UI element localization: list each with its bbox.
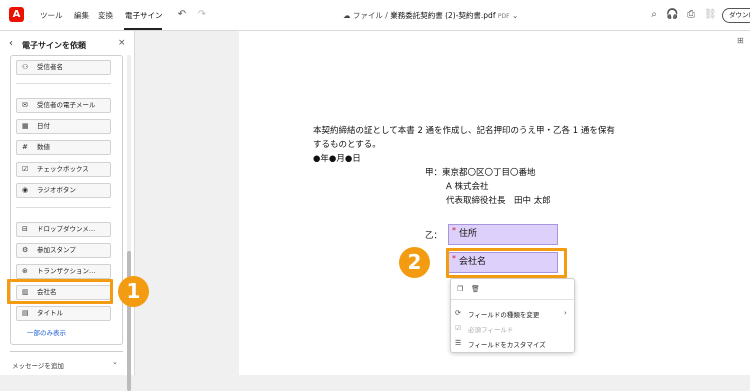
doc-date: ●年●月●日 bbox=[313, 154, 361, 164]
print-icon[interactable]: ⎙ bbox=[685, 9, 697, 21]
search-icon[interactable]: ⌕ bbox=[648, 9, 660, 21]
file-extension: PDF bbox=[497, 13, 510, 20]
field-title[interactable]: ▤ タイトル bbox=[16, 306, 111, 321]
chevron-right-icon[interactable]: › bbox=[564, 309, 567, 317]
required-mark: * bbox=[452, 226, 456, 235]
divider bbox=[16, 83, 111, 84]
step-badge-2: 2 bbox=[399, 247, 430, 278]
highlight-company-form-field bbox=[446, 248, 567, 278]
active-tab-underline bbox=[124, 28, 162, 30]
swap-icon: ⟳ bbox=[455, 309, 461, 317]
doc-line: するものとする。 bbox=[313, 140, 381, 150]
field-label: ドロップダウンメ… bbox=[37, 225, 96, 233]
panel-title: 電子サインを依頼 bbox=[22, 41, 86, 50]
dropdown-icon: ⊟ bbox=[22, 225, 28, 233]
menu-esign[interactable]: 電子サイン bbox=[125, 10, 163, 21]
address-field-label: 住所 bbox=[459, 229, 478, 239]
checkbox-icon: ☑ bbox=[22, 165, 29, 173]
add-message-section[interactable]: メッセージを追加 ⌄ bbox=[10, 351, 123, 375]
esign-side-panel: ‹ 電子サインを依頼 × ⚇ 受信者名 ✉ 受信者の電子メール ▦ 日付 # 数値 ☑ チ… bbox=[0, 31, 135, 391]
undo-icon[interactable]: ↶ bbox=[176, 9, 188, 21]
party1-address: 甲：東京都〇区〇丁目〇番地 bbox=[425, 168, 536, 178]
add-message-label: メッセージを追加 bbox=[12, 362, 64, 370]
hash-icon: # bbox=[22, 143, 28, 151]
change-field-type-item[interactable]: フィールドの種類を変更 bbox=[468, 309, 539, 319]
menu-tools[interactable]: ツール bbox=[40, 10, 63, 21]
customize-field-item[interactable]: フィールドをカスタマイズ bbox=[468, 339, 546, 349]
chevron-down-icon[interactable]: ⌄ bbox=[512, 11, 518, 20]
field-dropdown[interactable]: ⊟ ドロップダウンメ… bbox=[16, 222, 111, 237]
calendar-icon: ▦ bbox=[22, 122, 29, 130]
checkbox-icon: ☑ bbox=[455, 324, 462, 332]
field-label: 受信者名 bbox=[37, 63, 63, 71]
field-number[interactable]: # 数値 bbox=[16, 140, 111, 155]
file-name[interactable]: 業務委託契約書 (2)-契約書.pdf bbox=[390, 11, 495, 20]
field-context-menu: ❐ 🗑 ⟳ フィールドの種類を変更 › ☑ 必須フィールド ☰ フィールドをカス… bbox=[450, 278, 576, 353]
field-label: 日付 bbox=[37, 122, 50, 130]
cloud-icon: ☁ bbox=[343, 11, 351, 20]
divider bbox=[16, 207, 111, 208]
party1-representative: 代表取締役社長 田中 太郎 bbox=[446, 196, 551, 206]
close-icon[interactable]: × bbox=[118, 38, 126, 48]
breadcrumb: ☁ ファイル / 業務委託契約書 (2)-契約書.pdf PDF ⌄ bbox=[343, 10, 518, 21]
address-form-field[interactable]: * 住所 bbox=[448, 224, 558, 245]
field-label: タイトル bbox=[37, 309, 63, 317]
redo-icon[interactable]: ↷ bbox=[196, 9, 208, 21]
field-label: 受信者の電子メール bbox=[37, 101, 96, 109]
doc-line: 本契約締結の証として本書 2 通を作成し、記名押印のうえ甲・乙各 1 通を保有 bbox=[313, 126, 615, 136]
download-button[interactable]: ダウンロ bbox=[722, 8, 750, 23]
step-badge-1: 1 bbox=[118, 276, 149, 307]
party2-label: 乙： bbox=[425, 231, 443, 241]
field-date[interactable]: ▦ 日付 bbox=[16, 119, 111, 134]
field-recipient-email[interactable]: ✉ 受信者の電子メール bbox=[16, 98, 111, 113]
back-chevron-icon[interactable]: ‹ bbox=[9, 38, 13, 49]
field-label: ラジオボタン bbox=[37, 186, 76, 194]
field-label: 数値 bbox=[37, 143, 50, 151]
field-checkbox[interactable]: ☑ チェックボックス bbox=[16, 162, 111, 177]
highlight-company-name-field bbox=[7, 279, 113, 304]
menu-separator bbox=[451, 299, 576, 300]
chevron-down-icon[interactable]: ⌄ bbox=[112, 358, 118, 366]
field-participation-stamp[interactable]: ⚙ 参加スタンプ bbox=[16, 243, 111, 258]
transaction-icon: ⊛ bbox=[22, 267, 28, 275]
page-thumbnail-icon[interactable]: ⊞ bbox=[737, 36, 744, 45]
sliders-icon: ☰ bbox=[455, 339, 462, 347]
scroll-thumb[interactable] bbox=[127, 251, 131, 391]
stamp-icon: ⚙ bbox=[22, 246, 29, 254]
required-field-item[interactable]: 必須フィールド bbox=[468, 324, 513, 334]
field-label: 参加スタンプ bbox=[37, 246, 76, 254]
field-transaction[interactable]: ⊛ トランザクション… bbox=[16, 264, 111, 279]
show-less-link[interactable]: 一部のみ表示 bbox=[27, 327, 66, 337]
breadcrumb-separator: / bbox=[385, 11, 388, 20]
top-toolbar: A ツール 編集 変換 電子サイン ↶ ↷ ☁ ファイル / 業務委託契約書 (… bbox=[0, 0, 750, 31]
link-icon[interactable]: ⛓ bbox=[704, 9, 717, 21]
trash-icon[interactable]: 🗑 bbox=[471, 285, 480, 293]
breadcrumb-folder[interactable]: ファイル bbox=[353, 11, 383, 20]
headphones-icon[interactable]: 🎧 bbox=[666, 9, 678, 21]
field-label: チェックボックス bbox=[37, 165, 89, 173]
panel-scrollbar[interactable] bbox=[127, 55, 131, 391]
radio-icon: ◉ bbox=[22, 186, 29, 194]
menu-convert[interactable]: 変換 bbox=[98, 10, 113, 21]
email-icon: ✉ bbox=[22, 101, 28, 109]
field-recipient-name[interactable]: ⚇ 受信者名 bbox=[16, 60, 111, 75]
party1-company: A 株式会社 bbox=[446, 182, 489, 192]
duplicate-icon[interactable]: ❐ bbox=[457, 285, 463, 293]
menu-edit[interactable]: 編集 bbox=[74, 10, 89, 21]
field-label: トランザクション… bbox=[37, 267, 96, 275]
acrobat-logo-icon[interactable]: A bbox=[9, 7, 24, 22]
field-radio[interactable]: ◉ ラジオボタン bbox=[16, 183, 111, 198]
person-icon: ⚇ bbox=[22, 63, 29, 71]
title-card-icon: ▤ bbox=[22, 309, 29, 317]
